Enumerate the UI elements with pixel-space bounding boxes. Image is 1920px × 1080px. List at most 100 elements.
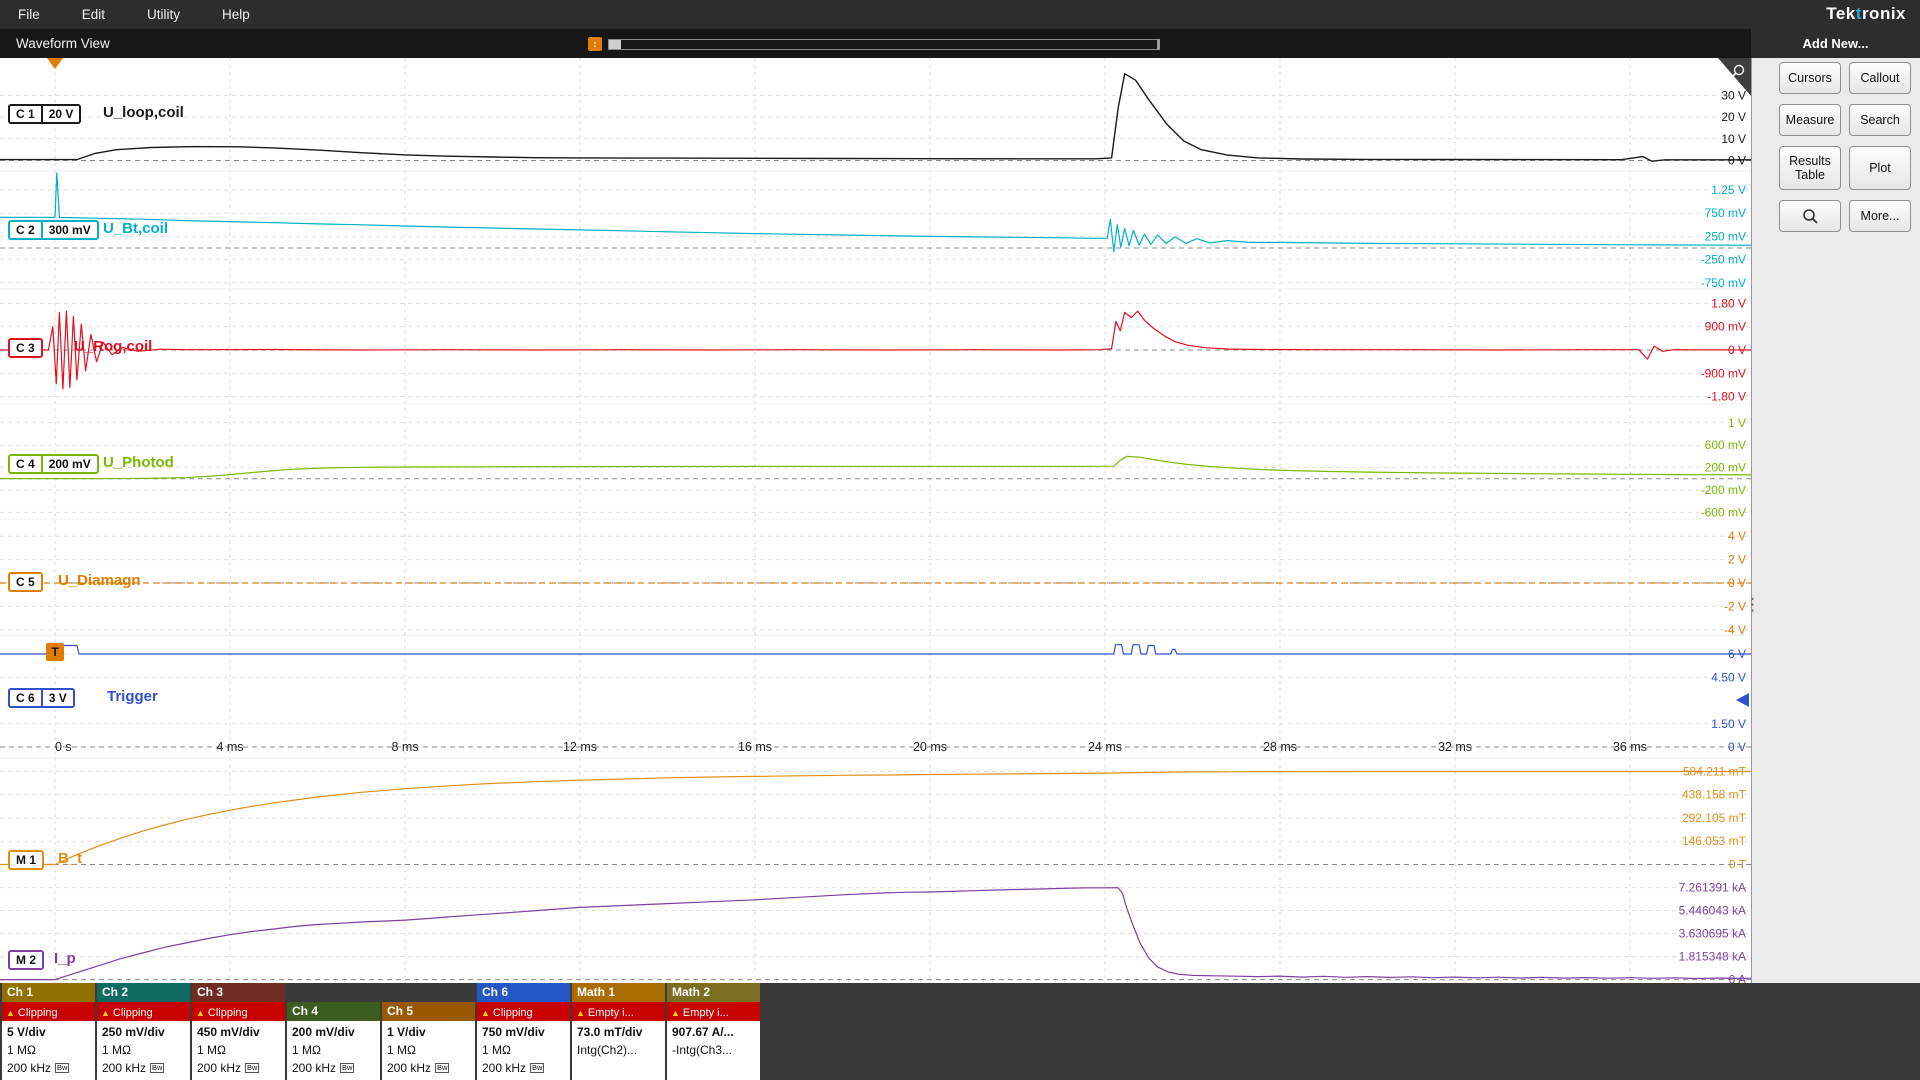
channel-config-ch6[interactable]: Ch 6 ▲Clipping 750 mV/div 1 MΩ 200 kHzBw — [477, 983, 570, 1080]
svg-text:8 ms: 8 ms — [391, 740, 418, 754]
channel-badge-ch3[interactable]: C 3 — [8, 338, 43, 358]
svg-text:4 V: 4 V — [1728, 529, 1746, 543]
trigger-t-badge[interactable]: T — [46, 643, 64, 661]
menu-file[interactable]: File — [18, 7, 40, 22]
channel-config-ch3[interactable]: Ch 3 ▲Clipping 450 mV/div 1 MΩ 200 kHzBw — [192, 983, 285, 1080]
menu-utility[interactable]: Utility — [147, 7, 180, 22]
svg-text:4 ms: 4 ms — [216, 740, 243, 754]
plot-button[interactable]: Plot — [1849, 146, 1911, 190]
channel-label-ch4: U_Photod — [103, 454, 174, 471]
horizontal-position-slider[interactable]: ↕ — [588, 37, 1160, 51]
warning-icon: ▲ — [671, 1008, 680, 1018]
callout-button[interactable]: Callout — [1849, 62, 1911, 94]
channel-config-ch4[interactable]: Ch 4 200 mV/div 1 MΩ 200 kHzBw — [287, 1002, 380, 1080]
svg-text:0 V: 0 V — [1728, 343, 1746, 357]
bandwidth-icon: Bw — [530, 1063, 544, 1073]
channel-badge-ch4[interactable]: C 4 200 mV — [8, 454, 99, 474]
menu-help[interactable]: Help — [222, 7, 250, 22]
channel-config-ch1[interactable]: Ch 1 ▲Clipping 5 V/div 1 MΩ 200 kHzBw — [2, 983, 95, 1080]
svg-text:146.053 mT: 146.053 mT — [1682, 834, 1747, 848]
channel-config-values: 200 mV/div 1 MΩ 200 kHzBw — [287, 1021, 380, 1080]
zoom-region-bar[interactable] — [608, 39, 1160, 50]
svg-text:2 V: 2 V — [1728, 553, 1746, 567]
channel-config-values: 750 mV/div 1 MΩ 200 kHzBw — [477, 1021, 570, 1080]
channel-config-title: Ch 4 — [287, 1002, 380, 1021]
svg-text:6 V: 6 V — [1728, 647, 1746, 661]
measure-button[interactable]: Measure — [1779, 104, 1841, 136]
channel-config-values: 450 mV/div 1 MΩ 200 kHzBw — [192, 1021, 285, 1080]
zoom-region-indicator[interactable] — [609, 40, 621, 49]
svg-text:4.50 V: 4.50 V — [1711, 670, 1746, 684]
svg-text:0 s: 0 s — [55, 740, 72, 754]
svg-text:600 mV: 600 mV — [1705, 438, 1746, 452]
math-config-m1[interactable]: Math 1 ▲Empty i... 73.0 mT/div Intg(Ch2)… — [572, 983, 665, 1080]
warning-icon: ▲ — [481, 1008, 490, 1018]
bandwidth-icon: Bw — [150, 1063, 164, 1073]
channel-config-row: Ch 1 ▲Clipping 5 V/div 1 MΩ 200 kHzBw Ch… — [2, 983, 760, 1080]
svg-text:1.50 V: 1.50 V — [1711, 717, 1746, 731]
svg-text:20 ms: 20 ms — [913, 740, 947, 754]
svg-text:200 mV: 200 mV — [1705, 461, 1746, 475]
svg-text:0 V: 0 V — [1728, 576, 1746, 590]
channel-config-title: Ch 6 — [477, 983, 570, 1002]
trigger-position-marker[interactable] — [47, 58, 63, 69]
svg-text:0 V: 0 V — [1728, 740, 1746, 754]
add-new-label: Add New... — [1803, 36, 1869, 51]
svg-text:-750 mV: -750 mV — [1701, 276, 1746, 290]
clipping-warning: ▲Clipping — [2, 1002, 95, 1021]
zoom-overlay-button[interactable] — [1779, 200, 1841, 232]
svg-text:20 V: 20 V — [1721, 110, 1746, 124]
right-sidebar: Cursors Callout Measure Search Results T… — [1751, 58, 1920, 983]
waveform-canvas[interactable]: 30 V20 V10 V0 V1.25 V750 mV250 mV-250 mV… — [0, 0, 1751, 983]
menu-bar: File Edit Utility Help Tektronix — [0, 0, 1920, 29]
channel-id-badge: C 4 — [8, 454, 43, 474]
pan-marker-icon[interactable]: ↕ — [588, 37, 602, 51]
channel-badge-ch2[interactable]: C 2 300 mV — [8, 220, 99, 240]
svg-text:36 ms: 36 ms — [1613, 740, 1647, 754]
channel-id-badge: C 5 — [8, 572, 43, 592]
channel-config-title: Ch 5 — [382, 1002, 475, 1021]
channel-label-ch1: U_loop,coil — [103, 104, 184, 121]
empty-warning: ▲Empty i... — [667, 1002, 760, 1021]
svg-text:5.446043 kA: 5.446043 kA — [1679, 904, 1746, 918]
menu-edit[interactable]: Edit — [82, 7, 105, 22]
panel-resize-grip[interactable]: ⋮ — [1744, 600, 1759, 609]
channel-label-ch6: Trigger — [107, 688, 158, 705]
cursors-button[interactable]: Cursors — [1779, 62, 1841, 94]
results-table-button[interactable]: Results Table — [1779, 146, 1841, 190]
search-button[interactable]: Search — [1849, 104, 1911, 136]
warning-icon: ▲ — [196, 1008, 205, 1018]
channel-badge-ch6[interactable]: C 6 3 V — [8, 688, 75, 708]
svg-text:10 V: 10 V — [1721, 132, 1746, 146]
math-badge-m1[interactable]: M 1 — [8, 850, 44, 870]
math-badge-m2[interactable]: M 2 — [8, 950, 44, 970]
trigger-level-marker[interactable] — [1736, 693, 1749, 707]
channel-config-title: Math 2 — [667, 983, 760, 1002]
channel-config-ch5[interactable]: Ch 5 1 V/div 1 MΩ 200 kHzBw — [382, 1002, 475, 1080]
svg-text:0 A: 0 A — [1729, 973, 1746, 983]
svg-text:250 mV: 250 mV — [1705, 229, 1746, 243]
channel-label-ch5: U_Diamagn — [58, 572, 141, 589]
svg-text:-900 mV: -900 mV — [1701, 366, 1746, 380]
math-config-m2[interactable]: Math 2 ▲Empty i... 907.67 A/... -Intg(Ch… — [667, 983, 760, 1080]
channel-id-badge: C 6 — [8, 688, 43, 708]
view-tab-bar[interactable]: Waveform View ↕ — [0, 29, 1751, 58]
channel-badge-ch5[interactable]: C 5 — [8, 572, 43, 592]
tektronix-logo: Tektronix — [1826, 4, 1906, 24]
channel-badge-ch1[interactable]: C 1 20 V — [8, 104, 81, 124]
svg-text:0 V: 0 V — [1728, 154, 1746, 168]
channel-config-title: Ch 3 — [192, 983, 285, 1002]
svg-text:32 ms: 32 ms — [1438, 740, 1472, 754]
svg-text:-1.80 V: -1.80 V — [1707, 390, 1746, 404]
channel-label-ch2: U_Bt,coil — [103, 220, 168, 237]
warning-icon: ▲ — [576, 1008, 585, 1018]
channel-config-ch2[interactable]: Ch 2 ▲Clipping 250 mV/div 1 MΩ 200 kHzBw — [97, 983, 190, 1080]
svg-text:292.105 mT: 292.105 mT — [1682, 811, 1747, 825]
channel-id-badge: C 1 — [8, 104, 43, 124]
svg-text:16 ms: 16 ms — [738, 740, 772, 754]
channel-label-ch3: U_Rog,coil — [74, 338, 152, 355]
more-button[interactable]: More... — [1849, 200, 1911, 232]
svg-text:0 T: 0 T — [1729, 858, 1747, 872]
svg-text:24 ms: 24 ms — [1088, 740, 1122, 754]
svg-text:30 V: 30 V — [1721, 88, 1746, 102]
